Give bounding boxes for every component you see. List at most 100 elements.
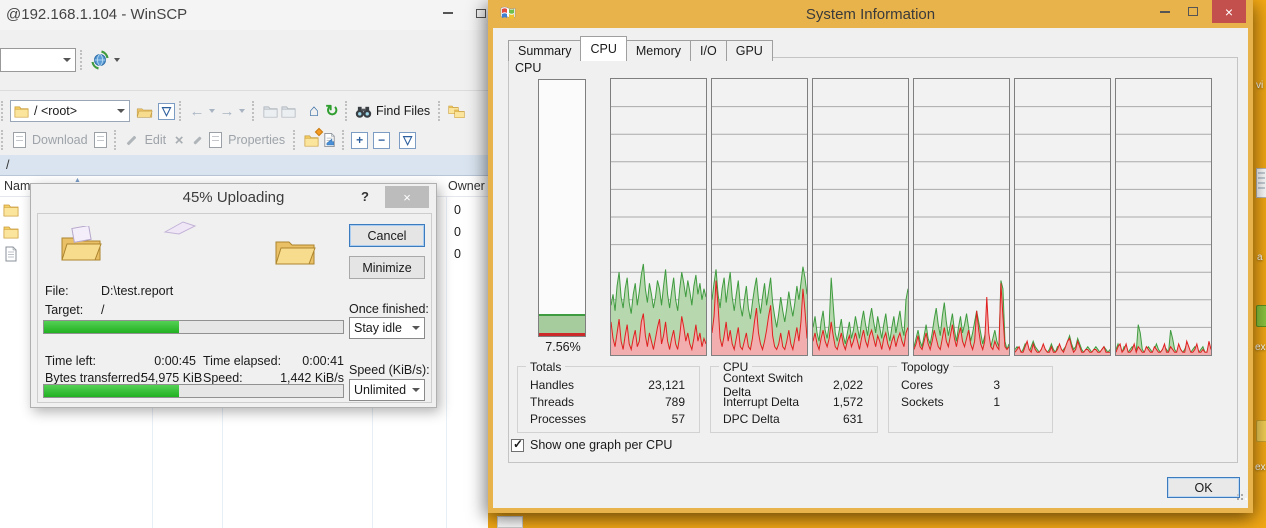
filter-icon[interactable]: ▽ (158, 103, 175, 120)
toolbar-grip[interactable] (345, 101, 350, 121)
cpu-core-graph-1 (610, 78, 707, 356)
target-label: Target: (45, 303, 83, 317)
toolbar-grip[interactable] (80, 50, 85, 70)
groupbox-title: Totals (526, 360, 565, 374)
command-toolbar: Download Edit × Properties + − ▽ (0, 127, 488, 153)
resize-grip[interactable] (1241, 494, 1243, 496)
download-icon[interactable] (10, 131, 28, 149)
delete-icon[interactable]: × (170, 131, 188, 149)
download-button[interactable]: Download (32, 133, 88, 147)
chevron-down-icon[interactable] (209, 109, 215, 113)
stat-value: 3 (993, 378, 1000, 392)
edit-button[interactable]: Edit (145, 133, 167, 147)
topology-groupbox: Topology Cores3Sockets1 (888, 366, 1053, 433)
help-icon[interactable]: ? (361, 189, 369, 204)
tab-gpu[interactable]: GPU (726, 40, 773, 61)
find-files-button[interactable]: Find Files (376, 104, 430, 118)
toolbar-grip[interactable] (1, 101, 6, 121)
root-directory-icon[interactable] (279, 102, 297, 120)
tab-i-o[interactable]: I/O (690, 40, 727, 61)
stat-value: 23,121 (648, 378, 685, 392)
checkbox-box[interactable]: ✓ (511, 439, 524, 452)
desktop-icon-fragment[interactable]: ex (1255, 462, 1266, 473)
once-finished-select[interactable]: Stay idle (349, 317, 425, 339)
desktop-file-icon[interactable] (1256, 168, 1266, 198)
desktop-icon-fragment[interactable]: a (1257, 252, 1263, 263)
synchronize-icon[interactable] (447, 102, 465, 120)
upload-dialog-titlebar[interactable]: 45% Uploading ? × (31, 184, 436, 212)
new-folder-icon[interactable] (302, 131, 320, 149)
edit-icon[interactable] (123, 131, 141, 149)
decrease-size-icon[interactable]: − (373, 132, 390, 149)
home-directory-icon[interactable]: ⌂ (305, 102, 323, 120)
background-window-fragment (497, 516, 523, 528)
properties-button[interactable]: Properties (228, 133, 285, 147)
upload-dialog-title: 45% Uploading (31, 189, 436, 206)
toolbar-grip[interactable] (252, 101, 257, 121)
toolbar-grip[interactable] (179, 101, 184, 121)
refresh-icon[interactable]: ↻ (323, 102, 341, 120)
tab-summary[interactable]: Summary (508, 40, 581, 61)
chevron-down-icon (412, 388, 420, 392)
binoculars-icon[interactable] (354, 102, 372, 120)
tab-cpu[interactable]: CPU (580, 36, 626, 61)
chevron-down-icon[interactable] (114, 58, 120, 62)
sysinfo-titlebar[interactable]: System Information × (488, 0, 1253, 28)
time-left-value: 0:00:45 (141, 354, 196, 368)
maximize-button[interactable] (1180, 0, 1206, 23)
winscp-titlebar[interactable]: @192.168.1.104 - WinSCP (0, 0, 488, 30)
totals-groupbox: Totals Handles23,121Threads789Processes5… (517, 366, 700, 433)
sync-globe-icon[interactable] (89, 49, 111, 71)
close-icon[interactable]: × (1212, 0, 1246, 23)
cancel-button[interactable]: Cancel (349, 224, 425, 247)
owner-value: 0 (454, 247, 461, 261)
rename-icon[interactable] (188, 131, 206, 149)
desktop-folder-icon[interactable] (1256, 420, 1266, 442)
minimize-button[interactable] (1152, 0, 1178, 23)
ok-button[interactable]: OK (1167, 477, 1240, 498)
toolbar-grip[interactable] (114, 130, 119, 150)
tab-memory[interactable]: Memory (626, 40, 691, 61)
toolbar-grip[interactable] (1, 130, 6, 150)
toolbar-grip[interactable] (342, 130, 347, 150)
show-one-graph-checkbox[interactable]: ✓ Show one graph per CPU (511, 438, 672, 452)
gauge-kernel-line (539, 333, 585, 336)
close-icon[interactable]: × (385, 186, 429, 208)
stat-label: Interrupt Delta (723, 395, 799, 409)
chevron-down-icon (63, 58, 71, 62)
stat-value: 2,022 (833, 378, 863, 392)
open-directory-icon[interactable] (135, 102, 153, 120)
minimize-button[interactable]: Minimize (349, 256, 425, 279)
stat-value: 631 (843, 412, 863, 426)
session-toolbar (0, 44, 488, 76)
desktop-icon-fragment[interactable]: vi (1256, 80, 1263, 91)
stat-value: 1 (993, 395, 1000, 409)
stat-value: 789 (665, 395, 685, 409)
toolbar-grip[interactable] (293, 130, 298, 150)
toolbar-grip[interactable] (438, 101, 443, 121)
increase-size-icon[interactable]: + (351, 132, 368, 149)
column-header-owner[interactable]: Owner (448, 179, 485, 193)
speed-limit-select[interactable]: Unlimited (349, 379, 425, 401)
cpu-gauge-label: CPU (515, 61, 541, 75)
filter-list-icon[interactable]: ▽ (399, 132, 416, 149)
desktop-icon-fragment[interactable] (1256, 305, 1266, 327)
remote-path-bar[interactable]: / (0, 155, 488, 176)
forward-icon[interactable]: → (218, 102, 236, 120)
system-information-window: System Information × SummaryCPUMemoryI/O… (488, 0, 1253, 513)
session-combobox[interactable] (0, 48, 76, 72)
back-icon[interactable]: ← (188, 102, 206, 120)
speed-label: Speed: (203, 371, 243, 385)
remote-path-combobox[interactable]: / <root> (10, 100, 130, 122)
minimize-button[interactable] (433, 0, 462, 26)
parent-directory-icon[interactable] (261, 102, 279, 120)
copy-to-icon[interactable] (320, 131, 338, 149)
speed-limit-value: Unlimited (354, 383, 406, 397)
desktop-icon-fragment[interactable]: ex (1255, 342, 1266, 353)
download-and-delete-icon[interactable] (92, 131, 110, 149)
stat-label: Sockets (901, 395, 944, 409)
properties-icon[interactable] (206, 131, 224, 149)
stat-row: Cores3 (889, 376, 1052, 393)
chevron-down-icon[interactable] (239, 109, 245, 113)
stat-value: 1,572 (833, 395, 863, 409)
